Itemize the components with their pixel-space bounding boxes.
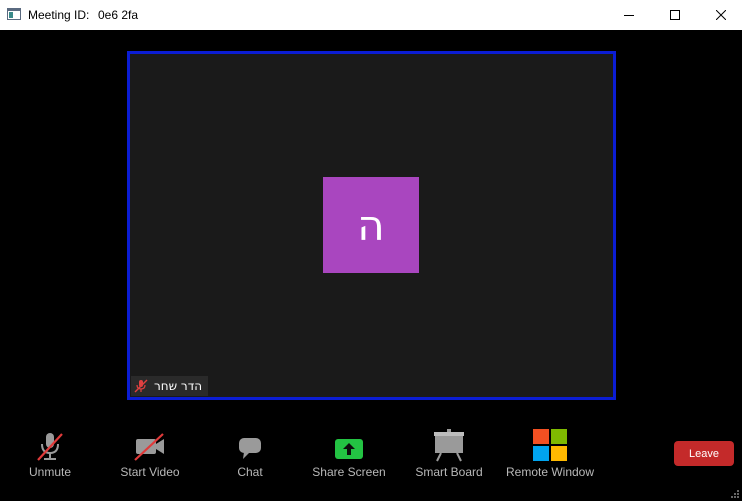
participant-avatar: ה <box>323 177 419 273</box>
leave-button[interactable]: Leave <box>674 441 734 466</box>
share-screen-button[interactable]: Share Screen <box>310 428 388 479</box>
unmute-button[interactable]: Unmute <box>24 428 76 479</box>
close-button[interactable] <box>698 0 742 30</box>
share-screen-label: Share Screen <box>312 465 386 479</box>
meeting-id-label: Meeting ID: <box>28 8 90 22</box>
start-video-button[interactable]: Start Video <box>116 428 184 479</box>
participant-name-tag: הדר שחר <box>131 376 209 396</box>
app-window-icon <box>7 8 21 20</box>
smart-board-button[interactable]: Smart Board <box>413 428 485 479</box>
minimize-icon <box>624 15 634 16</box>
microphone-muted-icon <box>37 433 63 461</box>
windows-logo-icon <box>533 429 567 461</box>
remote-window-label: Remote Window <box>505 465 595 479</box>
maximize-icon <box>670 10 680 20</box>
resize-grip-icon[interactable] <box>730 489 740 499</box>
unmute-label: Unmute <box>28 465 72 479</box>
meeting-id-value: 0e6 2fa <box>98 8 139 22</box>
chat-label: Chat <box>237 465 263 479</box>
start-video-label: Start Video <box>120 465 180 479</box>
microphone-muted-icon <box>134 379 148 393</box>
video-camera-off-icon <box>134 433 164 461</box>
close-icon <box>716 10 726 20</box>
participant-video-tile[interactable]: ה הדר שחר <box>127 51 616 400</box>
minimize-button[interactable] <box>606 0 652 30</box>
chat-bubble-icon <box>239 438 261 459</box>
title-bar: Meeting ID: 0e6 2fa <box>0 0 742 30</box>
remote-window-button[interactable]: Remote Window <box>500 428 600 479</box>
chat-button[interactable]: Chat <box>230 428 270 479</box>
smart-board-label: Smart Board <box>415 465 483 479</box>
participant-name: הדר שחר <box>154 379 203 393</box>
easel-board-icon <box>434 429 464 462</box>
share-screen-icon <box>335 439 363 459</box>
maximize-button[interactable] <box>652 0 698 30</box>
